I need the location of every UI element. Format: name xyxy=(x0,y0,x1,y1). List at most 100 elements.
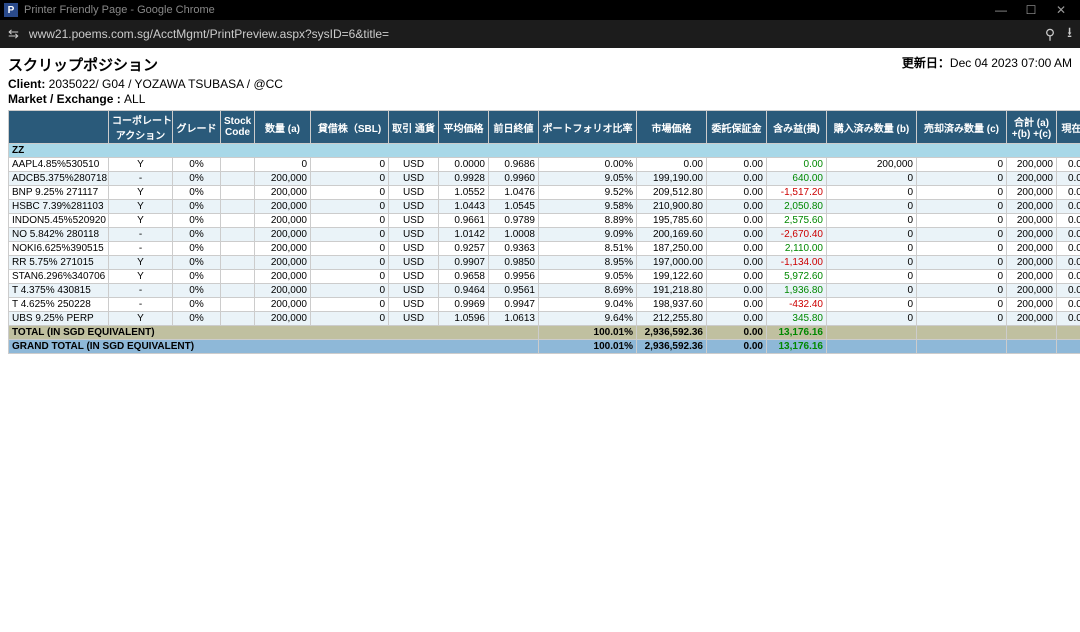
cell-margin: 0.00 xyxy=(707,172,767,186)
cell-cur: 0.000 xyxy=(1057,312,1080,326)
zoom-icon[interactable]: ⚲ xyxy=(1045,26,1055,43)
col-header: ポートフォリオ比率 xyxy=(539,111,637,144)
group-label: ZZ xyxy=(9,144,1080,158)
cell-ca: Y xyxy=(109,158,173,172)
cell-prev: 0.9947 xyxy=(489,298,539,312)
cell-ratio: 9.64% xyxy=(539,312,637,326)
cell-margin: 0.00 xyxy=(707,312,767,326)
table-row: INDON5.45%520920Y0%200,0000USD0.96610.97… xyxy=(9,214,1080,228)
cell-ca: - xyxy=(109,172,173,186)
cell-mkt: 191,218.80 xyxy=(637,284,707,298)
cell-ccy: USD xyxy=(389,242,439,256)
total-cell xyxy=(1007,326,1057,340)
cell-prev: 1.0613 xyxy=(489,312,539,326)
url-text[interactable]: www21.poems.com.sg/AcctMgmt/PrintPreview… xyxy=(29,27,1033,41)
cell-pl: 2,110.00 xyxy=(767,242,827,256)
cell-name: HSBC 7.39%281103 xyxy=(9,200,109,214)
cell-prev: 0.9850 xyxy=(489,256,539,270)
cell-ccy: USD xyxy=(389,158,439,172)
cell-ccy: USD xyxy=(389,214,439,228)
total-cell xyxy=(827,326,917,340)
client-label: Client: xyxy=(8,77,49,91)
cell-prev: 0.9960 xyxy=(489,172,539,186)
cell-avg: 0.9661 xyxy=(439,214,489,228)
cell-pl: 5,972.60 xyxy=(767,270,827,284)
total-cell: GRAND TOTAL (IN SGD EQUIVALENT) xyxy=(9,340,539,354)
cell-grade: 0% xyxy=(173,228,221,242)
cell-sc xyxy=(221,186,255,200)
cell-name: UBS 9.25% PERP xyxy=(9,312,109,326)
col-header: 現在値 xyxy=(1057,111,1080,144)
table-row: STAN6.296%340706Y0%200,0000USD0.96580.99… xyxy=(9,270,1080,284)
minimize-button[interactable]: — xyxy=(986,3,1016,17)
updated-date: 更新日：Dec 04 2023 07:00 AM xyxy=(902,54,1072,71)
cell-pl: -2,670.40 xyxy=(767,228,827,242)
cell-ca: Y xyxy=(109,270,173,284)
window-titlebar: P Printer Friendly Page - Google Chrome … xyxy=(0,0,1080,20)
table-row: NOKI6.625%390515-0%200,0000USD0.92570.93… xyxy=(9,242,1080,256)
cell-ccy: USD xyxy=(389,172,439,186)
table-row: HSBC 7.39%281103Y0%200,0000USD1.04431.05… xyxy=(9,200,1080,214)
col-header: 売却済み数量 (c) xyxy=(917,111,1007,144)
cell-qty: 200,000 xyxy=(255,284,311,298)
cell-cur: 0.000 xyxy=(1057,298,1080,312)
table-row: NO 5.842% 280118-0%200,0000USD1.01421.00… xyxy=(9,228,1080,242)
cell-sbl: 0 xyxy=(311,270,389,284)
cell-cur: 0.000 xyxy=(1057,158,1080,172)
cell-bought: 0 xyxy=(827,200,917,214)
cell-name: T 4.375% 430815 xyxy=(9,284,109,298)
cell-qty: 200,000 xyxy=(255,172,311,186)
cell-pl: -432.40 xyxy=(767,298,827,312)
cell-avg: 0.9257 xyxy=(439,242,489,256)
cell-bought: 0 xyxy=(827,256,917,270)
cell-avg: 1.0142 xyxy=(439,228,489,242)
download-icon[interactable]: ⭳ xyxy=(1067,22,1072,46)
col-header: 含み益(損) xyxy=(767,111,827,144)
view-toggle-icon[interactable]: ⇆ xyxy=(8,26,19,42)
table-row: T 4.375% 430815-0%200,0000USD0.94640.956… xyxy=(9,284,1080,298)
cell-mkt: 198,937.60 xyxy=(637,298,707,312)
market-label: Market / Exchange : xyxy=(8,92,124,106)
cell-total: 200,000 xyxy=(1007,186,1057,200)
cell-avg: 0.0000 xyxy=(439,158,489,172)
cell-pl: 640.00 xyxy=(767,172,827,186)
cell-qty: 200,000 xyxy=(255,298,311,312)
cell-margin: 0.00 xyxy=(707,284,767,298)
maximize-button[interactable]: ☐ xyxy=(1016,3,1046,17)
close-button[interactable]: ✕ xyxy=(1046,3,1076,17)
col-header: 委託保証金 xyxy=(707,111,767,144)
col-header: 貸借株（SBL) xyxy=(311,111,389,144)
cell-grade: 0% xyxy=(173,242,221,256)
cell-sold: 0 xyxy=(917,172,1007,186)
cell-cur: 0.000 xyxy=(1057,172,1080,186)
cell-sbl: 0 xyxy=(311,242,389,256)
cell-bought: 200,000 xyxy=(827,158,917,172)
col-header: コーポレートアクション xyxy=(109,111,173,144)
cell-sbl: 0 xyxy=(311,284,389,298)
col-header: 市場価格 xyxy=(637,111,707,144)
cell-total: 200,000 xyxy=(1007,200,1057,214)
cell-ratio: 8.89% xyxy=(539,214,637,228)
cell-pl: 1,936.80 xyxy=(767,284,827,298)
col-header xyxy=(9,111,109,144)
positions-table: コーポレートアクショングレードStockCode数量 (a)貸借株（SBL)取引… xyxy=(8,110,1080,354)
col-header: 合計 (a)+(b) +(c) xyxy=(1007,111,1057,144)
page-content: スクリップポジション 更新日：Dec 04 2023 07:00 AM Clie… xyxy=(0,48,1080,360)
table-header: コーポレートアクショングレードStockCode数量 (a)貸借株（SBL)取引… xyxy=(9,111,1080,144)
cell-grade: 0% xyxy=(173,200,221,214)
cell-sold: 0 xyxy=(917,284,1007,298)
cell-sc xyxy=(221,298,255,312)
cell-ratio: 9.09% xyxy=(539,228,637,242)
cell-total: 200,000 xyxy=(1007,158,1057,172)
cell-pl: -1,517.20 xyxy=(767,186,827,200)
total-cell xyxy=(1007,340,1057,354)
cell-ca: Y xyxy=(109,312,173,326)
cell-cur: 0.000 xyxy=(1057,242,1080,256)
total-cell xyxy=(827,340,917,354)
cell-total: 200,000 xyxy=(1007,284,1057,298)
cell-mkt: 199,190.00 xyxy=(637,172,707,186)
grand-total-row: GRAND TOTAL (IN SGD EQUIVALENT)100.01%2,… xyxy=(9,340,1080,354)
cell-ccy: USD xyxy=(389,256,439,270)
cell-sc xyxy=(221,270,255,284)
market-line: Market / Exchange : ALL xyxy=(8,92,1072,106)
